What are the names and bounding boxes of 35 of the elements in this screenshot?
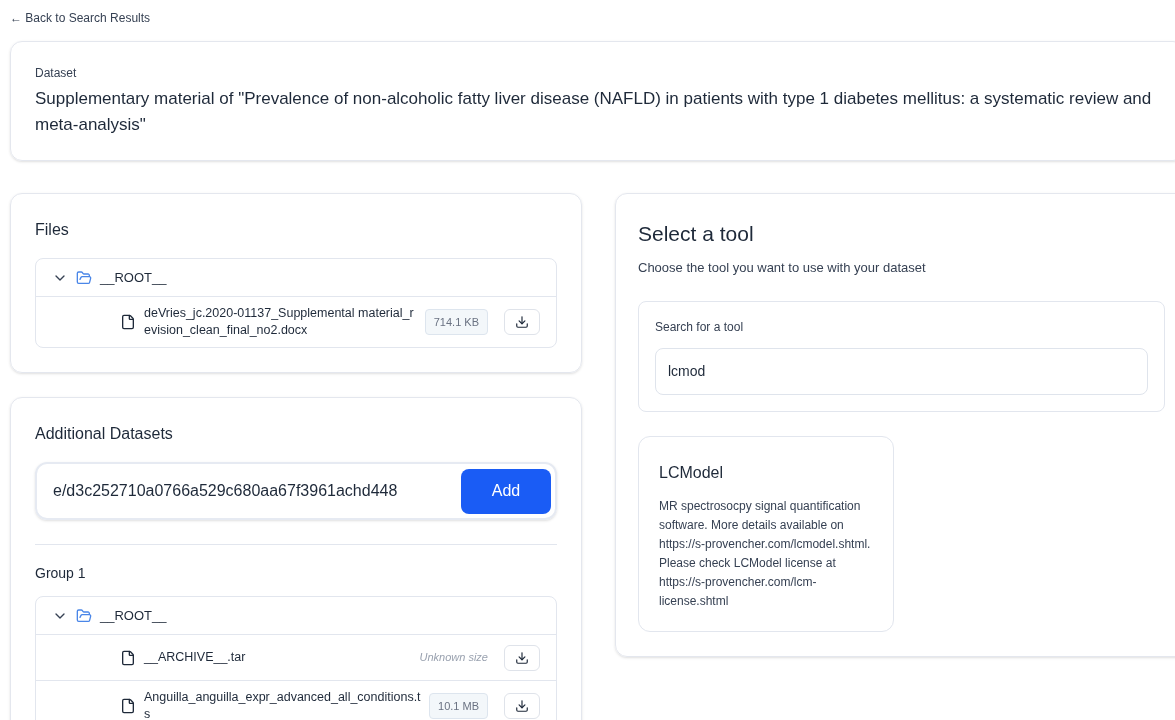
folder-icon (76, 607, 92, 624)
download-button[interactable] (504, 693, 540, 719)
download-button[interactable] (504, 309, 540, 335)
section-title: Additional Datasets (35, 424, 174, 444)
group-title: Group 1 (35, 564, 87, 583)
file-size: 10.1 MB (429, 692, 488, 720)
dataset-title: Supplementary material of "Prevalence of non-alcoholic fatty liver disease (NAFLD) in patients with type 1 diabetes mellitus: a systematic review and meta-analysis" (35, 88, 1153, 136)
back-link[interactable]: ← Back to Search Results (10, 9, 1165, 29)
add-button[interactable]: Add (461, 468, 551, 514)
file-size: 714.1 KB (424, 308, 488, 336)
file-icon (120, 314, 136, 330)
download-icon (515, 699, 529, 713)
download-icon (515, 315, 529, 329)
file-name[interactable]: __ARCHIVE__.tar (144, 649, 412, 666)
folder-name[interactable]: __ROOT__ (100, 605, 167, 626)
section-title: Files (35, 220, 70, 240)
file-name[interactable]: Anguilla_anguilla_expr_advanced_all_conditions.ts (144, 689, 422, 720)
file-icon (120, 698, 136, 714)
file-icon (120, 649, 136, 666)
dataset-input-field[interactable]: e/d3c252710a0766a529c680aa67f3961achd448 Add (35, 462, 557, 520)
download-icon (515, 650, 529, 665)
panel-subtitle: Choose the tool you want to use with your dataset (638, 258, 927, 277)
search-label: Search for a tool (655, 319, 745, 336)
tool-name: LCModel (659, 463, 725, 483)
dataset-label: Dataset (35, 65, 78, 82)
tool-card[interactable]: LCModel MR spectrosocpy signal quantification software. More details available on https://s-provencher.com/lcmodel.shtml. Please check LCModel license at https://s-provencher.com/lcm-license.shtml (638, 436, 894, 632)
folder-icon (76, 269, 92, 286)
folder-name[interactable]: __ROOT__ (100, 267, 167, 288)
file-name[interactable]: deVries_jc.2020-01137_Supplemental material_revision_clean_final_no2.docx (144, 305, 417, 339)
panel-title: Select a tool (638, 221, 755, 247)
search-field[interactable]: lcmod (655, 348, 1148, 395)
input-value: e/d3c252710a0766a529c680aa67f3961achd448 (53, 481, 399, 501)
download-button[interactable] (504, 644, 540, 671)
file-size: Unknown size (419, 650, 488, 666)
tool-description: MR spectrosocpy signal quantification software. More details available on https://s-provencher.com/lcmodel.shtml. Please check LCModel license at https://s-provencher.com/lcm-license.shtml (659, 498, 872, 610)
